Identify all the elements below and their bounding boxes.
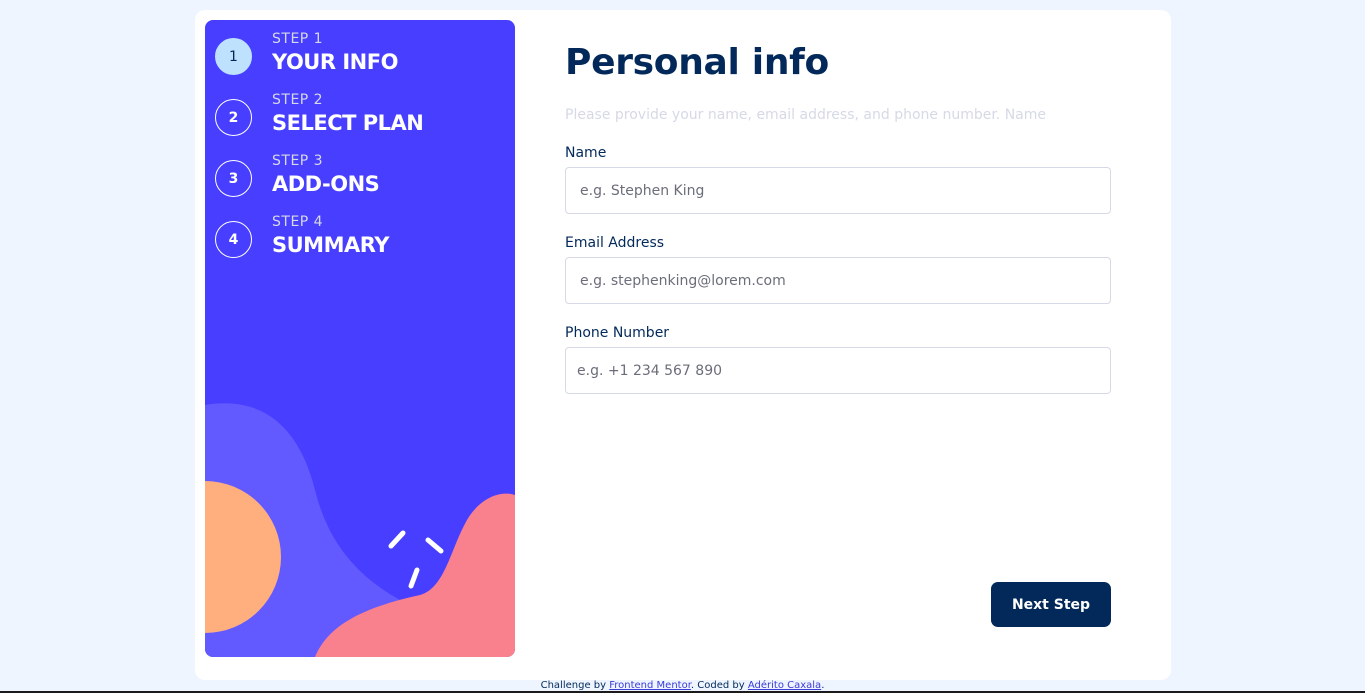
sparkle-line-2 <box>425 537 444 554</box>
attribution-suffix: . <box>821 680 825 691</box>
attribution-middle: . Coded by <box>690 680 748 691</box>
page-title: Personal info <box>565 42 829 83</box>
step-2-number-circle: 2 <box>215 99 252 136</box>
form-card: 1 STEP 1 YOUR INFO 2 STEP 2 SELECT PLAN … <box>195 10 1171 680</box>
phone-input[interactable] <box>565 347 1111 394</box>
phone-label: Phone Number <box>565 325 670 341</box>
email-label: Email Address <box>565 235 665 251</box>
step-4-number-circle: 4 <box>215 221 252 258</box>
email-input[interactable] <box>565 257 1111 304</box>
sparkle-line-3 <box>408 567 420 589</box>
step-2[interactable]: 2 STEP 2 SELECT PLAN <box>215 91 505 136</box>
sparkle-line-1 <box>388 530 406 549</box>
step-4[interactable]: 4 STEP 4 SUMMARY <box>215 213 505 258</box>
name-label: Name <box>565 145 607 161</box>
steps-sidebar: 1 STEP 1 YOUR INFO 2 STEP 2 SELECT PLAN … <box>205 20 515 657</box>
step-3-number-circle: 3 <box>215 160 252 197</box>
author-link[interactable]: Adérito Caxala <box>748 680 821 691</box>
step-3-label: STEP 3 <box>272 153 324 169</box>
step-2-title: SELECT PLAN <box>272 111 424 135</box>
step-3[interactable]: 3 STEP 3 ADD-ONS <box>215 152 505 197</box>
personal-info-form: Personal info Please provide your name, … <box>565 10 1111 680</box>
next-step-button[interactable]: Next Step <box>991 582 1111 627</box>
step-1-number-circle: 1 <box>215 38 252 75</box>
page-subtitle: Please provide your name, email address,… <box>565 107 1047 123</box>
step-1[interactable]: 1 STEP 1 YOUR INFO <box>215 30 505 75</box>
frontend-mentor-link[interactable]: Frontend Mentor <box>609 680 691 691</box>
step-2-label: STEP 2 <box>272 92 324 108</box>
step-4-label: STEP 4 <box>272 214 324 230</box>
name-input[interactable] <box>565 167 1111 214</box>
step-1-label: STEP 1 <box>272 31 324 47</box>
step-1-title: YOUR INFO <box>272 50 398 74</box>
step-4-title: SUMMARY <box>272 233 389 257</box>
step-3-title: ADD-ONS <box>272 172 380 196</box>
attribution-prefix: Challenge by <box>540 680 610 691</box>
